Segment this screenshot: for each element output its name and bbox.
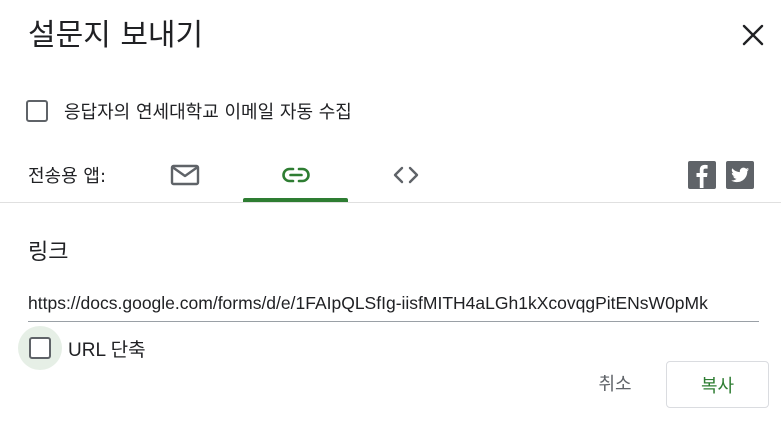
tab-email[interactable] — [150, 148, 220, 202]
shorten-url-row: URL 단축 — [18, 326, 146, 370]
shorten-url-checkbox-ripple[interactable] — [18, 326, 62, 370]
tabs-divider — [0, 202, 781, 203]
share-facebook-button[interactable] — [688, 161, 716, 189]
collect-email-row: 응답자의 연세대학교 이메일 자동 수집 — [26, 98, 352, 124]
send-form-dialog: 설문지 보내기 응답자의 연세대학교 이메일 자동 수집 전송용 앱: 링크 h… — [0, 0, 781, 421]
close-icon — [742, 24, 764, 46]
twitter-icon — [731, 167, 749, 183]
share-twitter-button[interactable] — [726, 161, 754, 189]
collect-email-checkbox[interactable] — [26, 100, 48, 122]
tab-link[interactable] — [243, 148, 348, 202]
shorten-url-checkbox[interactable] — [29, 337, 51, 359]
form-url-field[interactable]: https://docs.google.com/forms/d/e/1FAIpQ… — [28, 286, 759, 322]
close-button[interactable] — [734, 16, 772, 54]
send-via-label: 전송용 앱: — [28, 166, 107, 187]
shorten-url-label: URL 단축 — [68, 339, 146, 361]
dialog-title: 설문지 보내기 — [28, 18, 204, 53]
embed-code-icon — [393, 166, 419, 184]
email-icon — [170, 164, 200, 186]
collect-email-label: 응답자의 연세대학교 이메일 자동 수집 — [64, 102, 352, 123]
facebook-icon — [696, 164, 708, 188]
cancel-button[interactable]: 취소 — [584, 362, 646, 404]
copy-button[interactable]: 복사 — [666, 361, 769, 408]
link-section-title: 링크 — [28, 240, 69, 265]
tab-embed[interactable] — [370, 148, 442, 202]
link-icon — [281, 167, 310, 183]
